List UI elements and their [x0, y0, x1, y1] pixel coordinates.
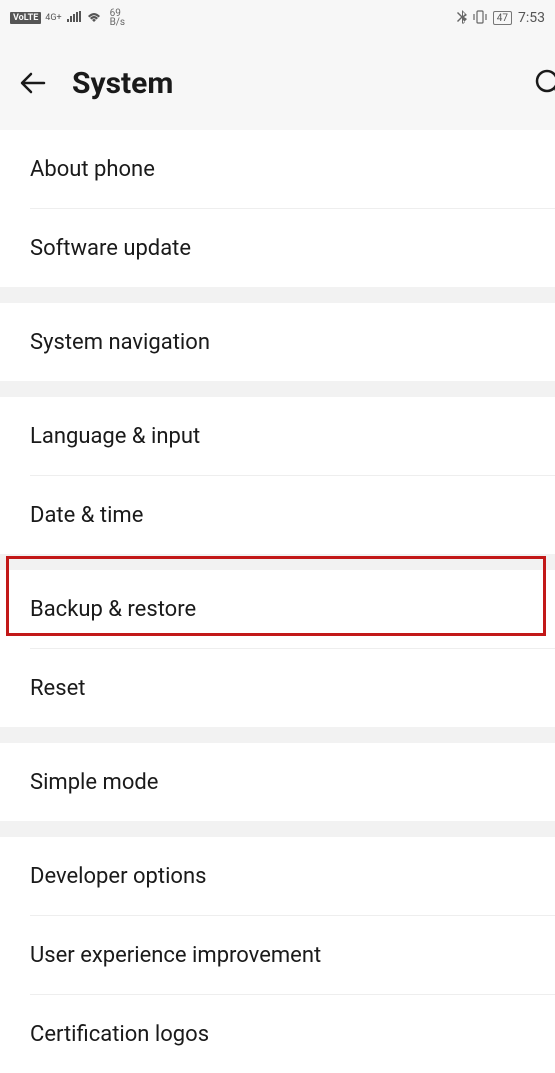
item-language-input[interactable]: Language & input: [0, 397, 555, 475]
item-label: Software update: [30, 236, 191, 261]
network-type: 4G+: [45, 13, 61, 23]
settings-group: System navigation: [0, 303, 555, 381]
search-button[interactable]: [533, 67, 555, 99]
item-certification-logos[interactable]: Certification logos: [0, 995, 555, 1073]
bluetooth-icon: [457, 10, 467, 27]
settings-group: Language & input Date & time: [0, 397, 555, 554]
wifi-icon: [86, 11, 102, 26]
settings-group: Backup & restore Reset: [0, 570, 555, 727]
vibrate-icon: [473, 10, 487, 27]
group-gap: [0, 821, 555, 837]
item-label: Certification logos: [30, 1022, 209, 1047]
settings-group: Developer options User experience improv…: [0, 837, 555, 1073]
speed-unit: B/s: [110, 18, 126, 27]
status-right: 47 7:53: [457, 10, 545, 27]
settings-group: About phone Software update: [0, 130, 555, 287]
item-user-experience[interactable]: User experience improvement: [0, 916, 555, 994]
page-title: System: [72, 66, 173, 101]
item-software-update[interactable]: Software update: [0, 209, 555, 287]
item-label: Language & input: [30, 424, 200, 449]
settings-group: Simple mode: [0, 743, 555, 821]
signal-icon: [66, 11, 82, 26]
item-about-phone[interactable]: About phone: [0, 130, 555, 208]
item-label: System navigation: [30, 330, 210, 355]
item-developer-options[interactable]: Developer options: [0, 837, 555, 915]
group-gap: [0, 381, 555, 397]
app-header: System: [0, 36, 555, 130]
arrow-left-icon: [18, 68, 48, 98]
item-backup-restore[interactable]: Backup & restore: [0, 570, 555, 648]
status-bar: VoLTE 4G+ 69 B/s 47 7:53: [0, 0, 555, 36]
item-label: Simple mode: [30, 770, 158, 795]
item-label: Developer options: [30, 864, 206, 889]
search-icon: [533, 67, 555, 99]
clock: 7:53: [518, 10, 545, 26]
item-label: Backup & restore: [30, 597, 196, 622]
item-date-time[interactable]: Date & time: [0, 476, 555, 554]
item-label: About phone: [30, 157, 155, 182]
group-gap: [0, 727, 555, 743]
item-system-navigation[interactable]: System navigation: [0, 303, 555, 381]
status-left: VoLTE 4G+ 69 B/s: [10, 9, 125, 27]
item-simple-mode[interactable]: Simple mode: [0, 743, 555, 821]
back-button[interactable]: [16, 66, 50, 100]
item-label: Date & time: [30, 503, 143, 528]
item-label: Reset: [30, 676, 85, 701]
volte-badge: VoLTE: [10, 12, 41, 24]
item-reset[interactable]: Reset: [0, 649, 555, 727]
group-gap: [0, 554, 555, 570]
item-label: User experience improvement: [30, 943, 321, 968]
group-gap: [0, 287, 555, 303]
battery-icon: 47: [493, 11, 512, 25]
network-speed: 69 B/s: [110, 9, 126, 27]
